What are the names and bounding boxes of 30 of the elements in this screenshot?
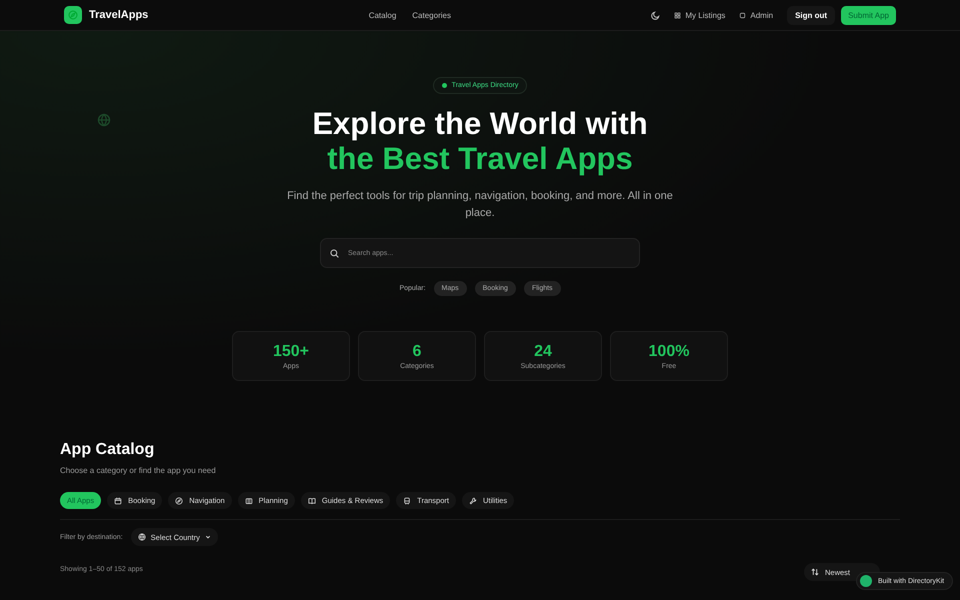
sign-out-button[interactable]: Sign out <box>787 6 836 24</box>
stat-value: 24 <box>534 342 552 360</box>
chevron-icon <box>204 534 211 540</box>
logo-icon <box>860 575 872 587</box>
calendar-icon <box>114 496 122 504</box>
map-icon <box>244 496 253 504</box>
compass-icon <box>175 496 184 504</box>
moon-icon[interactable] <box>651 10 660 20</box>
brand-name[interactable]: TravelApps <box>89 9 148 21</box>
hero-subtitle: Find the perfect tools for trip planning, navigation, booking, and more. All in one place. <box>286 189 674 221</box>
wrench-icon <box>468 496 477 504</box>
globe-icon <box>138 533 146 541</box>
grid-icon <box>674 12 682 18</box>
stat-value: 100% <box>648 342 690 360</box>
nav-link[interactable]: Categories <box>412 10 451 20</box>
sort-icon <box>810 568 819 576</box>
globe-icon <box>97 113 111 127</box>
stat-value: 6 <box>412 342 422 360</box>
hero-title: the Best Travel Apps <box>326 141 634 176</box>
square-icon <box>739 12 746 18</box>
section-title: App Catalog <box>60 441 156 459</box>
book-icon <box>308 496 316 504</box>
stat-value: 150+ <box>272 342 310 360</box>
nav-link[interactable]: Catalog <box>368 10 396 20</box>
nav-link[interactable]: My Listings <box>674 10 726 20</box>
logo-icon[interactable] <box>64 6 82 24</box>
bus-icon <box>403 496 412 504</box>
section-subtitle: Choose a category or find the app you need <box>60 466 217 475</box>
nav-link[interactable]: Admin <box>739 10 774 20</box>
hero-title: Explore the World with <box>312 106 648 141</box>
